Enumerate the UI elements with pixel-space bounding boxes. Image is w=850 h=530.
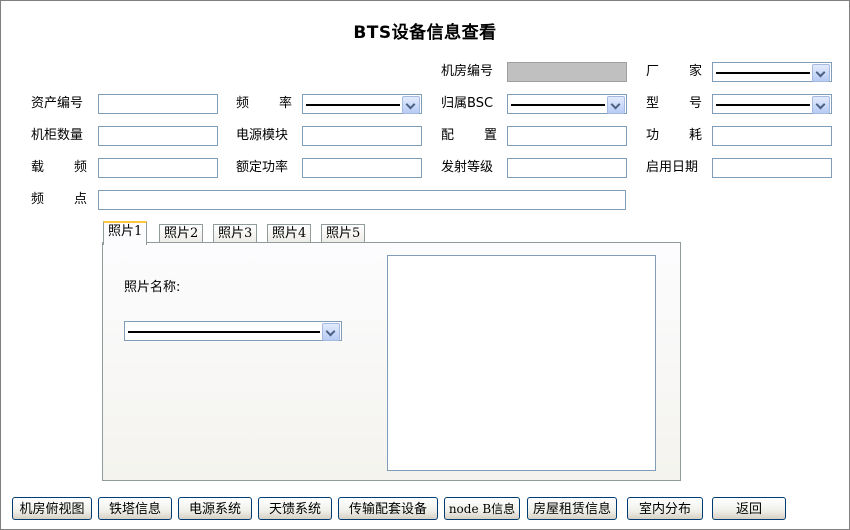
power-system-button[interactable]: 电源系统 [178, 497, 252, 520]
tab-photo-3[interactable]: 照片3 [213, 224, 258, 243]
belongs-bsc-select-value [511, 104, 605, 106]
label-frequency: 频 率 [236, 96, 292, 111]
label-power-module: 电源模块 [236, 128, 289, 143]
model-select[interactable] [712, 94, 832, 114]
vendor-select-value [716, 72, 810, 74]
house-lease-button[interactable]: 房屋租赁信息 [527, 497, 617, 520]
machine-room-no-field[interactable] [507, 62, 627, 82]
power-system-button-label: 电源系统 [188, 502, 241, 517]
transmission-equipment-button[interactable]: 传输配套设备 [338, 497, 438, 520]
tab-photo-2[interactable]: 照片2 [159, 224, 204, 243]
indoor-distribution-button-label: 室内分布 [638, 502, 691, 517]
tab-photo-4[interactable]: 照片4 [267, 224, 312, 243]
label-carrier: 载 频 [31, 160, 87, 175]
antenna-feeder-button-label: 天馈系统 [268, 502, 321, 517]
back-button[interactable]: 返回 [712, 497, 786, 520]
tower-info-button[interactable]: 铁塔信息 [98, 497, 172, 520]
carrier-field[interactable] [98, 158, 218, 178]
transmission-equipment-button-label: 传输配套设备 [348, 502, 427, 517]
house-lease-button-label: 房屋租赁信息 [532, 502, 611, 517]
label-freq-point: 频 点 [31, 192, 87, 207]
model-select-value [716, 104, 810, 106]
rated-power-field[interactable] [302, 158, 422, 178]
antenna-feeder-button[interactable]: 天馈系统 [258, 497, 332, 520]
label-asset-no: 资产编号 [31, 96, 84, 111]
start-date-field[interactable] [712, 158, 832, 178]
belongs-bsc-select[interactable] [507, 94, 627, 114]
photo-name-select-value [128, 331, 320, 333]
chevron-down-icon[interactable] [322, 323, 340, 341]
label-model: 型 号 [646, 96, 702, 111]
indoor-distribution-button[interactable]: 室内分布 [627, 497, 703, 520]
photo-preview [387, 255, 656, 471]
power-module-field[interactable] [302, 126, 422, 146]
label-power-consumption: 功 耗 [646, 128, 702, 143]
label-vendor: 厂 家 [646, 64, 702, 79]
label-config: 配 置 [441, 128, 497, 143]
asset-no-field[interactable] [98, 94, 218, 114]
back-button-label: 返回 [735, 502, 762, 517]
chevron-down-icon[interactable] [812, 96, 830, 114]
label-belongs-bsc: 归属BSC [441, 96, 494, 111]
power-consumption-field[interactable] [712, 126, 832, 146]
cabinet-count-field[interactable] [98, 126, 218, 146]
frequency-select[interactable] [302, 94, 422, 114]
chevron-down-icon[interactable] [812, 64, 830, 82]
chevron-down-icon[interactable] [607, 96, 625, 114]
photo-name-select[interactable] [124, 321, 342, 341]
tower-info-button-label: 铁塔信息 [108, 502, 161, 517]
label-rated-power: 额定功率 [236, 160, 289, 175]
label-start-date: 启用日期 [646, 160, 699, 175]
tx-level-field[interactable] [507, 158, 627, 178]
vendor-select[interactable] [712, 62, 832, 82]
node-b-info-button-label: node B信息 [448, 502, 516, 516]
freq-point-field[interactable] [98, 190, 626, 210]
chevron-down-icon[interactable] [402, 96, 420, 114]
config-field[interactable] [507, 126, 627, 146]
room-top-view-button[interactable]: 机房俯视图 [12, 497, 92, 520]
label-tx-level: 发射等级 [441, 160, 494, 175]
label-cabinet-count: 机柜数量 [31, 128, 84, 143]
photo-name-label: 照片名称: [124, 280, 181, 295]
node-b-info-button[interactable]: node B信息 [444, 497, 520, 520]
frequency-select-value [306, 104, 400, 106]
label-machine-room-no: 机房编号 [441, 64, 494, 79]
page-title: BTS设备信息查看 [353, 23, 497, 43]
tab-photo-1[interactable]: 照片1 [103, 221, 148, 245]
room-top-view-button-label: 机房俯视图 [19, 502, 85, 517]
tab-photo-5[interactable]: 照片5 [321, 224, 366, 243]
